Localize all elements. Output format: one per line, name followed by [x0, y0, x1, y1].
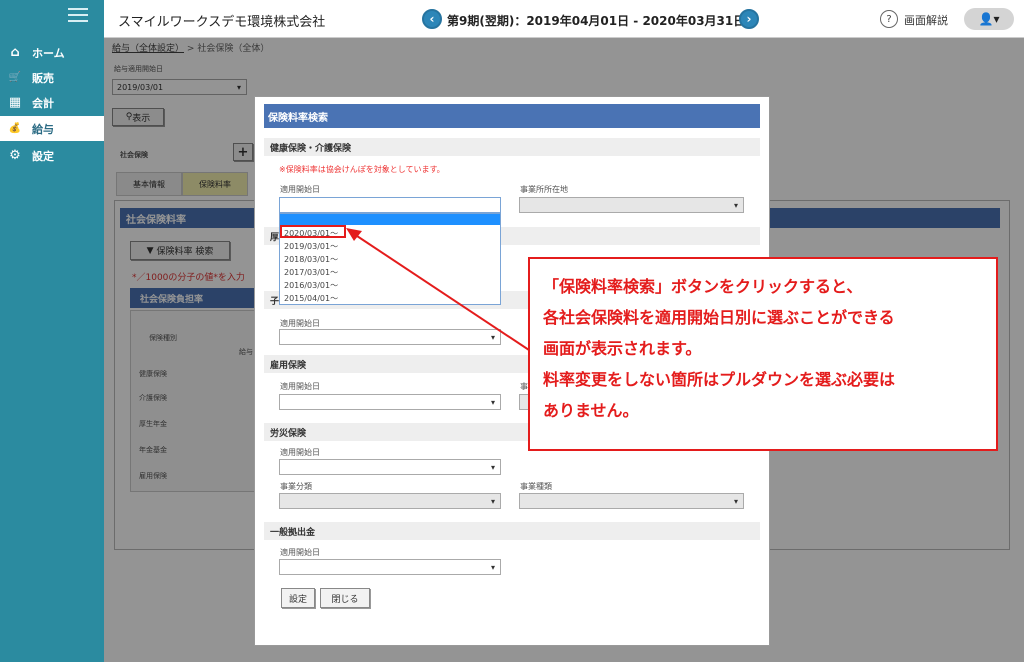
sidebar-item-label: 給与	[32, 122, 54, 136]
section-pension-label: 厚	[270, 232, 280, 243]
health-start-date-select[interactable]	[279, 197, 501, 213]
company-name: スマイルワークスデモ環境株式会社	[118, 15, 326, 30]
location-select[interactable]: ▾	[519, 197, 744, 213]
sidebar-item-accounting[interactable]: ▦ 会計	[0, 90, 104, 115]
sidebar-item-label: 設定	[32, 149, 54, 163]
start-date-label: 適用開始日	[280, 382, 320, 391]
cart-icon: 🛒	[8, 72, 22, 83]
next-period-button[interactable]: ›	[739, 9, 759, 29]
caret-down-icon: ▾	[490, 462, 495, 472]
caret-down-icon: ▾	[490, 562, 495, 572]
employment-start-date-select[interactable]: ▾	[279, 394, 501, 410]
health-note: ※保険料率は協会けんぽを対象としています。	[279, 165, 445, 174]
start-date-label: 適用開始日	[280, 548, 320, 557]
annotation-callout: 「保険料率検索」ボタンをクリックすると、 各社会保険料を適用開始日別に選ぶことが…	[528, 257, 998, 451]
sidebar-item-sales[interactable]: 🛒 販売	[0, 65, 104, 90]
sidebar-item-payroll[interactable]: 💰 給与	[0, 116, 104, 141]
sidebar-item-settings[interactable]: ⚙ 設定	[0, 143, 104, 168]
help-icon[interactable]: ?	[880, 10, 898, 28]
dropdown-option[interactable]: 2019/03/01～	[284, 241, 338, 252]
home-icon: ⌂	[10, 45, 20, 60]
dialog-title: 保険料率検索	[264, 104, 760, 128]
sidebar-item-label: 販売	[32, 71, 54, 85]
contribution-start-date-select[interactable]: ▾	[279, 559, 501, 575]
sidebar: ⌂ ホーム 🛒 販売 ▦ 会計 💰 給与 ⚙ 設定	[0, 0, 104, 662]
header: スマイルワークスデモ環境株式会社 ‹ 第9期(翌期)：2019年04月01日 -…	[104, 0, 1024, 38]
help-link[interactable]: 画面解説	[904, 12, 948, 28]
dropdown-option[interactable]: 2016/03/01～	[284, 280, 338, 291]
previous-period-button[interactable]: ‹	[422, 9, 442, 29]
caret-down-icon: ▾	[733, 200, 738, 210]
fiscal-period: 第9期(翌期)：2019年04月01日 - 2020年03月31日	[447, 14, 746, 28]
callout-line: 料率変更をしない箇所はプルダウンを選ぶ必要は	[543, 370, 896, 389]
option-highlight-box	[280, 225, 346, 238]
dropdown-option[interactable]: 2018/03/01～	[284, 254, 338, 265]
chevron-left-icon: ‹	[429, 12, 435, 26]
employment-right-label: 事	[520, 382, 528, 391]
business-category-select[interactable]: ▾	[279, 493, 501, 509]
accident-start-date-select[interactable]: ▾	[279, 459, 501, 475]
calculator-icon: ▦	[8, 95, 22, 110]
dropdown-option[interactable]: 2015/04/01～	[284, 293, 338, 304]
set-button[interactable]: 設定	[281, 588, 315, 608]
caret-down-icon: ▾	[490, 496, 495, 506]
section-child-label: 子	[270, 296, 280, 307]
caret-down-icon: ▾	[733, 496, 738, 506]
section-health-care: 健康保険・介護保険	[264, 138, 760, 156]
gear-icon: ⚙	[9, 148, 21, 163]
callout-line: ありません。	[543, 401, 639, 420]
callout-line: 画面が表示されます。	[543, 339, 702, 358]
callout-line: 「保険料率検索」ボタンをクリックすると、	[543, 277, 863, 296]
hamburger-menu-icon[interactable]	[68, 8, 88, 22]
caret-down-icon: ▾	[490, 397, 495, 407]
start-date-label: 適用開始日	[280, 185, 320, 194]
start-date-label: 適用開始日	[280, 448, 320, 457]
pointer-arrow-icon	[346, 228, 536, 355]
user-menu[interactable]: 👤▾	[964, 8, 1014, 30]
callout-line: 各社会保険料を適用開始日別に選ぶことができる	[543, 308, 895, 327]
business-type-select[interactable]: ▾	[519, 493, 744, 509]
business-category-label: 事業分類	[280, 482, 312, 491]
money-bag-icon: 💰	[8, 123, 22, 134]
dropdown-option[interactable]: 2017/03/01～	[284, 267, 338, 278]
business-type-label: 事業種類	[520, 482, 552, 491]
start-date-label: 適用開始日	[280, 319, 320, 328]
sidebar-item-home[interactable]: ⌂ ホーム	[0, 40, 104, 65]
location-label: 事業所所在地	[520, 185, 568, 194]
chevron-right-icon: ›	[746, 12, 752, 26]
sidebar-item-label: ホーム	[32, 46, 65, 60]
sidebar-item-label: 会計	[32, 96, 54, 110]
section-general-contribution: 一般拠出金	[264, 522, 760, 540]
close-button[interactable]: 閉じる	[320, 588, 370, 608]
user-icon: 👤▾	[978, 12, 1000, 26]
